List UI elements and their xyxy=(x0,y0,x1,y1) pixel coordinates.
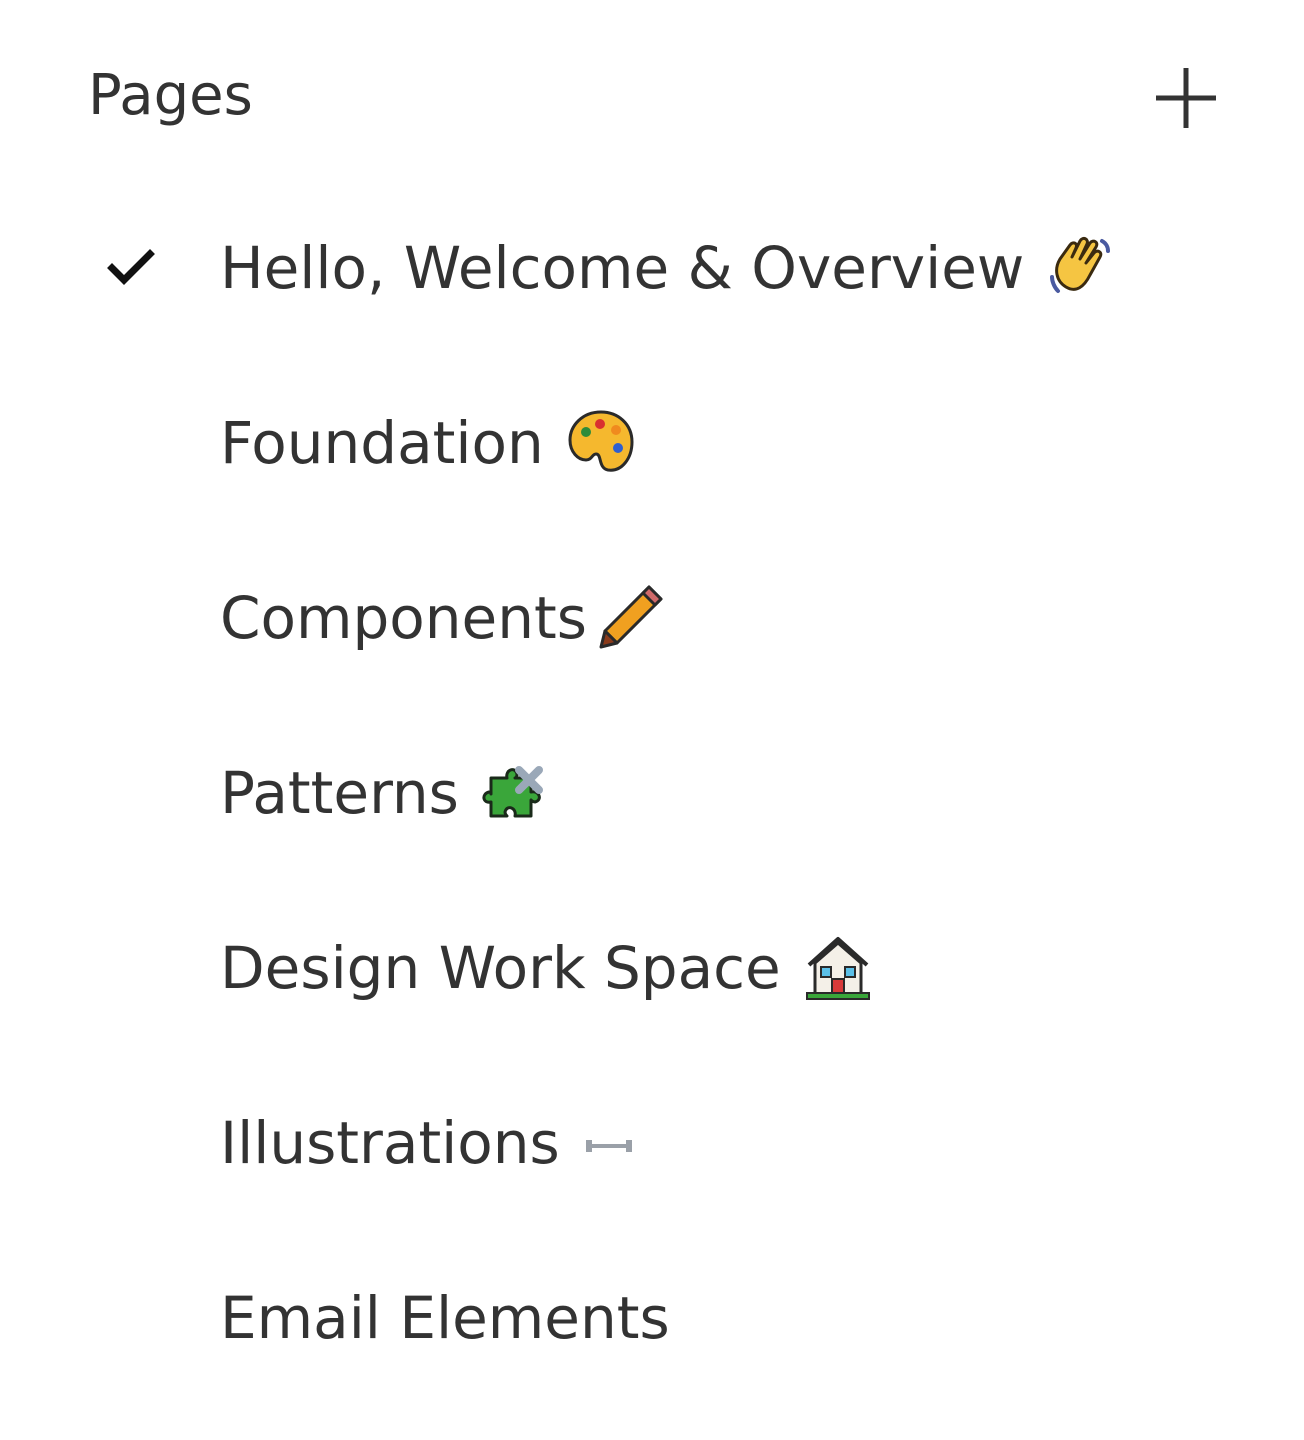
page-item-patterns[interactable]: Patterns xyxy=(0,705,1304,880)
page-label: Email Elements xyxy=(220,1284,670,1352)
page-label: Foundation xyxy=(220,409,544,477)
page-item-illustrations[interactable]: Illustrations xyxy=(0,1055,1304,1230)
page-label: Design Work Space xyxy=(220,934,781,1002)
page-item-foundation[interactable]: Foundation xyxy=(0,355,1304,530)
page-item-design-work-space[interactable]: Design Work Space xyxy=(0,880,1304,1055)
pages-panel: Pages Hello, Welcome & Overview Foundati… xyxy=(0,0,1304,1440)
plus-icon xyxy=(1156,68,1216,128)
page-label: Illustrations xyxy=(220,1109,560,1177)
page-label: Components xyxy=(220,584,587,652)
arrow-right-icon xyxy=(580,1106,654,1180)
add-page-button[interactable] xyxy=(1148,60,1224,136)
page-list: Hello, Welcome & Overview Foundation Com… xyxy=(0,180,1304,1405)
check-icon xyxy=(106,242,158,294)
puzzle-piece-icon xyxy=(479,756,553,830)
page-label: Patterns xyxy=(220,759,459,827)
palette-icon xyxy=(564,406,638,480)
page-label: Hello, Welcome & Overview xyxy=(220,234,1025,302)
page-item-hello-welcome-overview[interactable]: Hello, Welcome & Overview xyxy=(0,180,1304,355)
pencil-icon xyxy=(593,581,667,655)
waving-hand-icon xyxy=(1044,231,1118,305)
page-item-email-elements[interactable]: Email Elements xyxy=(0,1230,1304,1405)
pages-header: Pages xyxy=(0,40,1304,150)
page-item-components[interactable]: Components xyxy=(0,530,1304,705)
house-icon xyxy=(801,931,875,1005)
pages-title: Pages xyxy=(88,63,253,128)
